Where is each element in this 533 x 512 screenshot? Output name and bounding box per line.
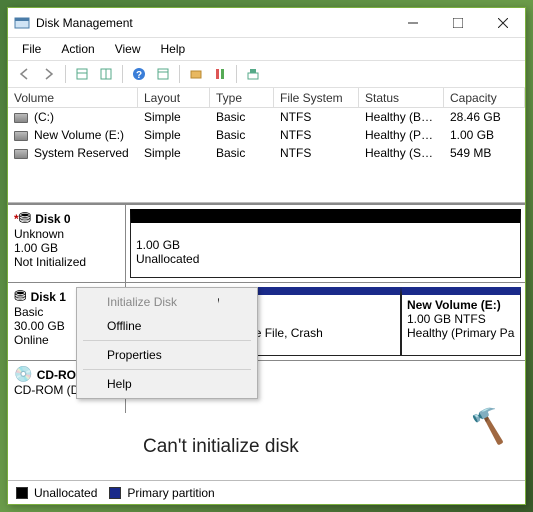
hammer-icon: 🔨 (466, 402, 513, 447)
legend: Unallocated Primary partition (8, 480, 525, 504)
toolbar-icon[interactable] (152, 63, 174, 85)
col-capacity[interactable]: Capacity (444, 88, 525, 108)
disk-management-window: Disk Management File Action View Help ? … (7, 7, 526, 505)
menu-file[interactable]: File (14, 40, 49, 58)
legend-swatch-primary (109, 487, 121, 499)
titlebar[interactable]: Disk Management (8, 8, 525, 38)
drive-icon (14, 113, 28, 123)
table-row[interactable]: New Volume (E:) Simple Basic NTFS Health… (8, 126, 525, 144)
col-layout[interactable]: Layout (138, 88, 210, 108)
disk1-title: Disk 1 (31, 290, 66, 304)
menu-initialize-disk: Initialize Disk (79, 290, 255, 314)
menu-properties[interactable]: Properties (79, 343, 255, 367)
back-button[interactable] (14, 63, 36, 85)
toolbar-icon[interactable] (71, 63, 93, 85)
menu-offline[interactable]: Offline (79, 314, 255, 338)
window-controls (390, 8, 525, 37)
volume-list: Volume Layout Type File System Status Ca… (8, 88, 525, 203)
table-row[interactable]: (C:) Simple Basic NTFS Healthy (B… 28.46… (8, 108, 525, 126)
col-type[interactable]: Type (210, 88, 274, 108)
svg-text:?: ? (136, 70, 142, 81)
maximize-button[interactable] (435, 8, 480, 37)
column-headers: Volume Layout Type File System Status Ca… (8, 88, 525, 108)
disk-icon: ⛃ (19, 210, 32, 227)
toolbar-icon[interactable] (185, 63, 207, 85)
col-status[interactable]: Status (359, 88, 444, 108)
disk-row[interactable]: *⛃Disk 0 Unknown 1.00 GB Not Initialized… (8, 205, 525, 283)
help-icon[interactable]: ? (128, 63, 150, 85)
menu-help[interactable]: Help (153, 40, 194, 58)
toolbar: ? (8, 60, 525, 88)
close-button[interactable] (480, 8, 525, 37)
menu-help[interactable]: Help (79, 372, 255, 396)
col-volume[interactable]: Volume (8, 88, 138, 108)
legend-label: Unallocated (34, 486, 97, 500)
minimize-button[interactable] (390, 8, 435, 37)
table-row[interactable]: System Reserved Simple Basic NTFS Health… (8, 144, 525, 162)
app-icon (14, 15, 30, 31)
cdrom-icon: 💿 (14, 366, 33, 383)
menubar: File Action View Help (8, 38, 525, 60)
partition-unallocated[interactable]: 1.00 GB Unallocated (130, 209, 521, 278)
col-fs[interactable]: File System (274, 88, 359, 108)
toolbar-icon[interactable] (95, 63, 117, 85)
drive-icon (14, 131, 28, 141)
window-title: Disk Management (36, 16, 390, 30)
disk0-title: Disk 0 (35, 212, 70, 226)
context-menu: Initialize Disk Offline Properties Help (76, 287, 258, 399)
forward-button[interactable] (38, 63, 60, 85)
drive-icon (14, 149, 28, 159)
menu-action[interactable]: Action (53, 40, 102, 58)
toolbar-icon[interactable] (242, 63, 264, 85)
menu-view[interactable]: View (107, 40, 149, 58)
toolbar-icon[interactable] (209, 63, 231, 85)
legend-swatch-unallocated (16, 487, 28, 499)
legend-label: Primary partition (127, 486, 214, 500)
partition-e[interactable]: New Volume (E:) 1.00 GB NTFS Healthy (Pr… (401, 287, 521, 356)
disk-icon: ⛃ (14, 288, 27, 305)
